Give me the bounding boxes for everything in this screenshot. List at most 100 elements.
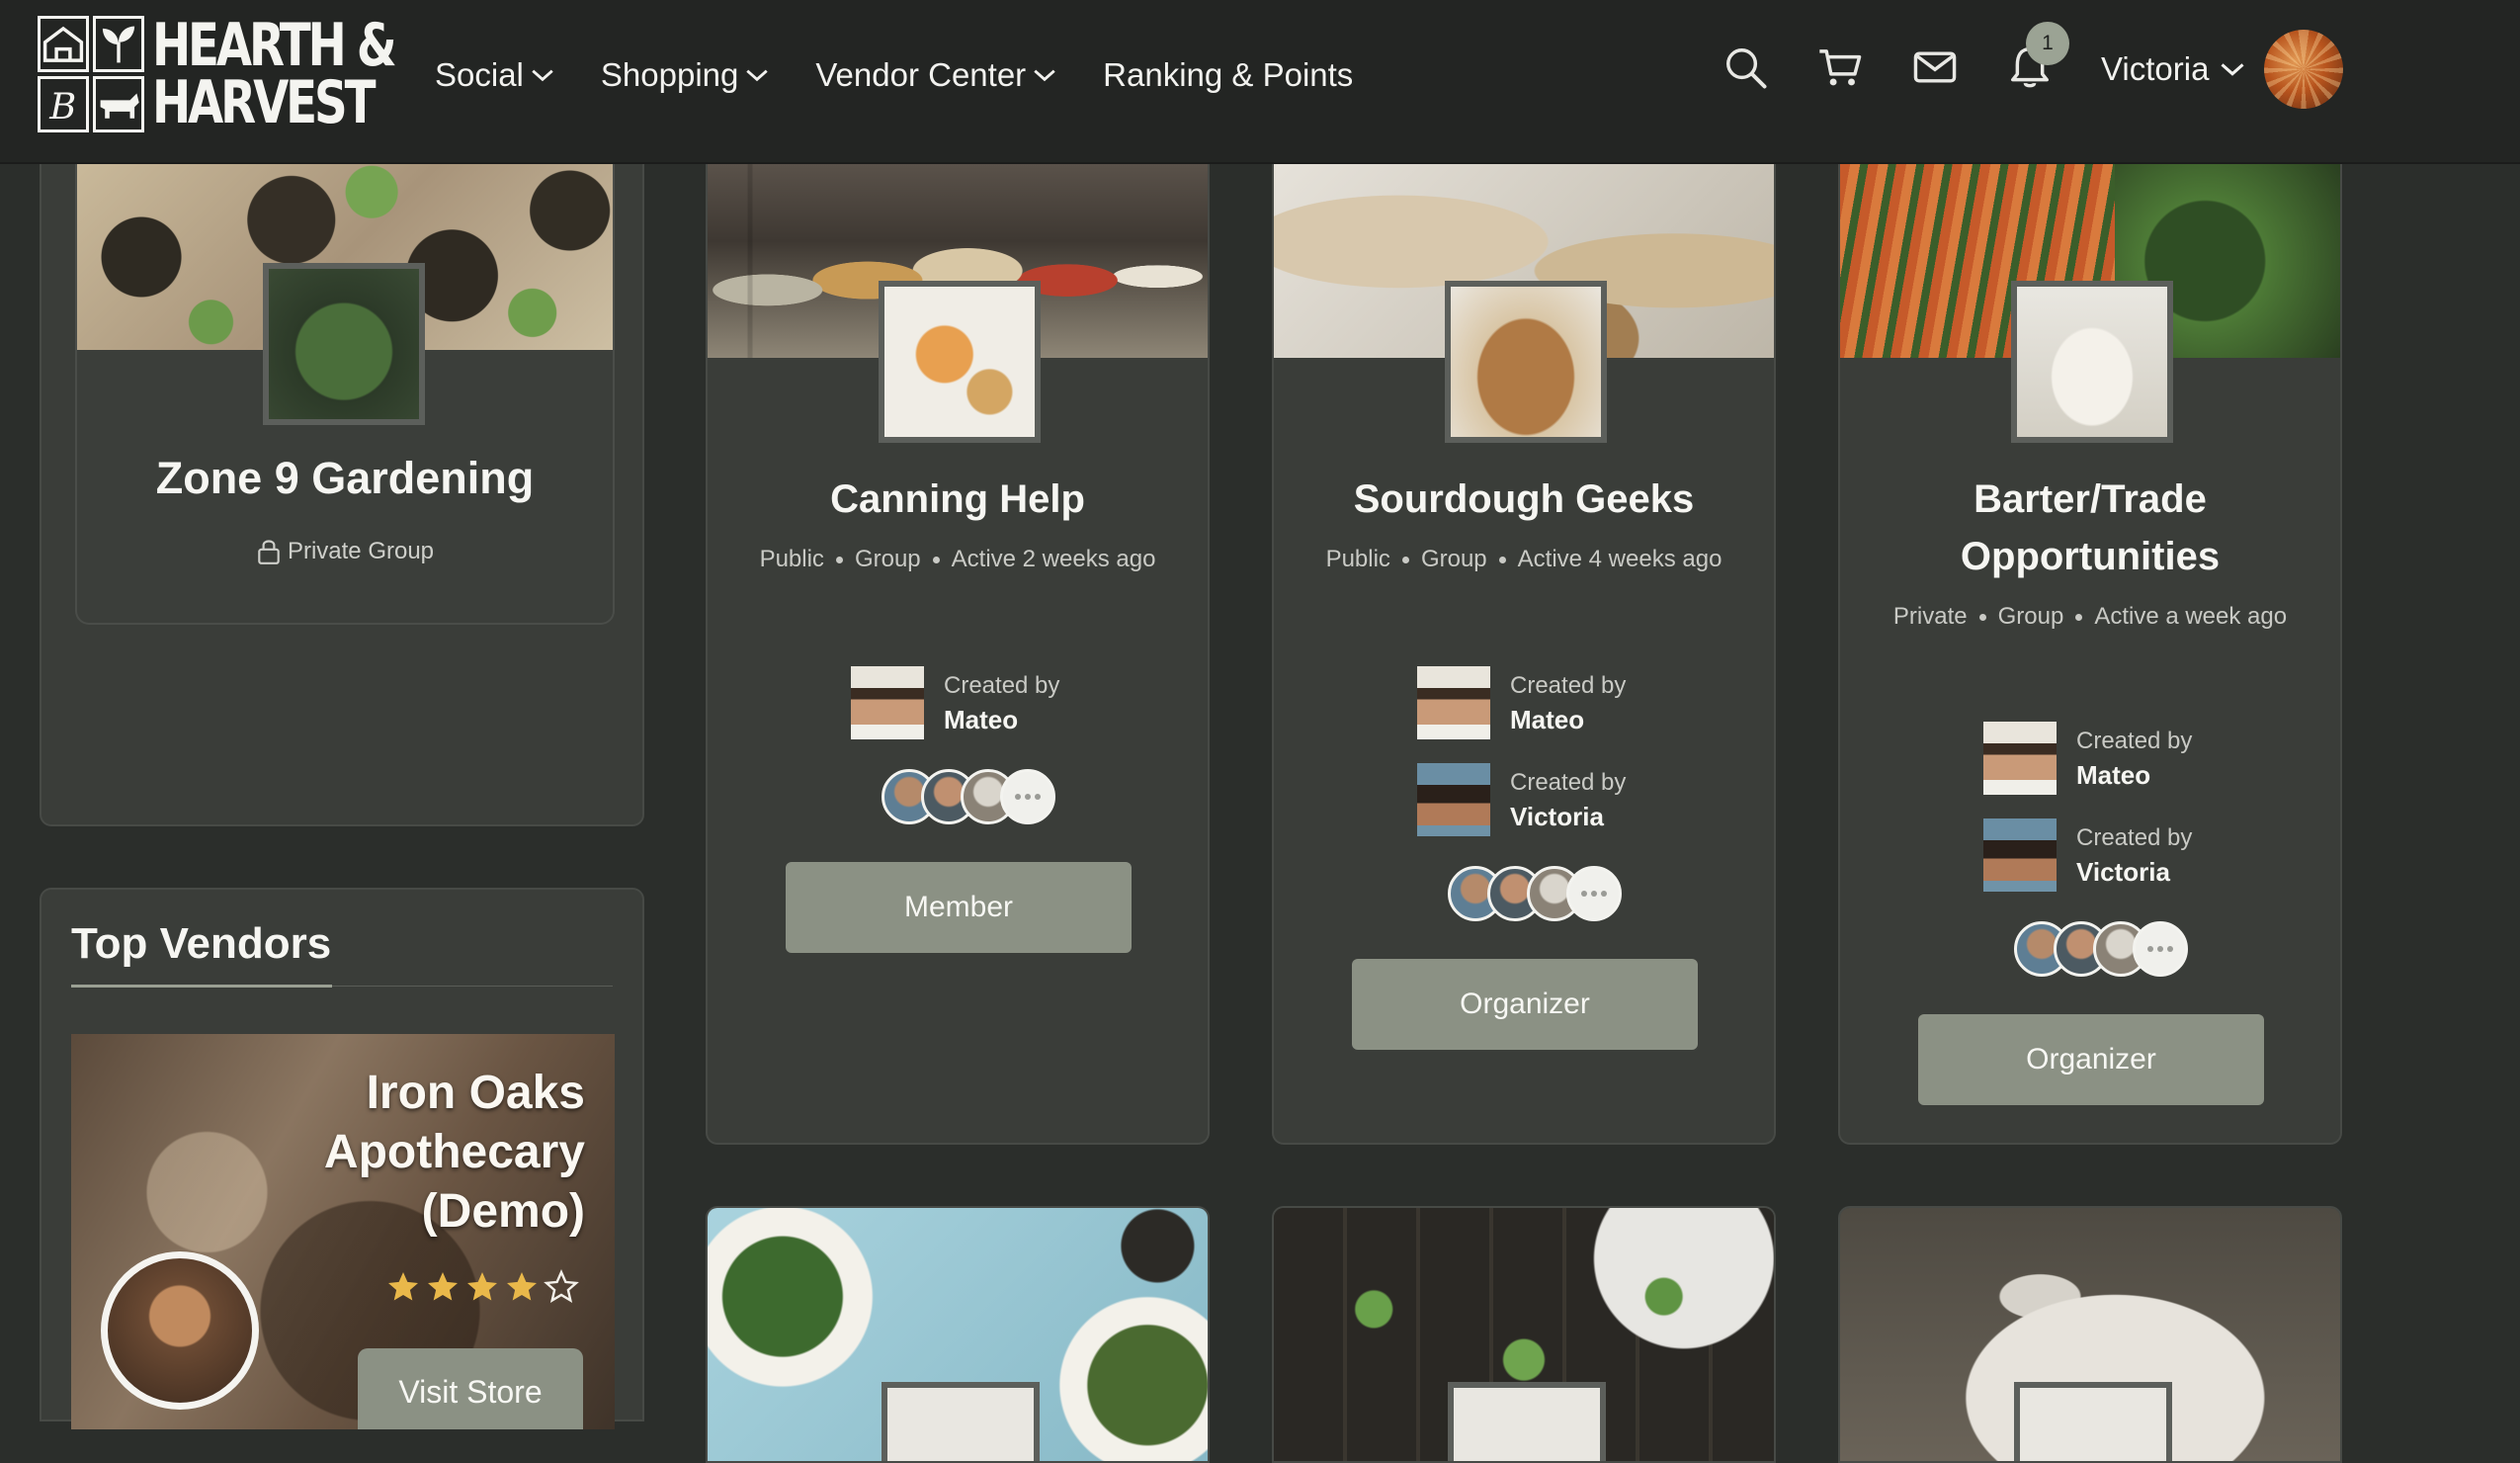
group-creator[interactable]: Created by Mateo bbox=[1983, 722, 2192, 795]
nav-shopping[interactable]: Shopping bbox=[601, 56, 770, 94]
nav-ranking-points[interactable]: Ranking & Points bbox=[1103, 56, 1353, 94]
group-thumbnail bbox=[1445, 281, 1607, 443]
group-privacy: Private Group bbox=[77, 538, 613, 565]
nav-vendor-center[interactable]: Vendor Center bbox=[815, 56, 1057, 94]
logo-mark: B bbox=[38, 16, 144, 132]
organizer-button[interactable]: Organizer bbox=[1918, 1014, 2264, 1105]
header-actions: 1 bbox=[1720, 22, 2099, 93]
group-creator[interactable]: Created by Victoria bbox=[1983, 818, 2192, 892]
logo-wordmark: HEARTH & HARVEST bbox=[152, 11, 397, 137]
top-vendors-heading: Top Vendors bbox=[71, 919, 332, 968]
group-title[interactable]: Barter/Trade Opportunities bbox=[1840, 471, 2340, 585]
member-avatars[interactable] bbox=[1448, 866, 1622, 921]
hearth-harvest-logo[interactable]: B HEARTH & HARVEST bbox=[38, 14, 397, 134]
group-meta: Private Group Active a week ago bbox=[1840, 585, 2340, 648]
notifications-button[interactable]: 1 bbox=[2004, 22, 2069, 93]
group-card-zone-9-gardening[interactable]: Zone 9 Gardening Private Group bbox=[75, 164, 615, 625]
group-creator[interactable]: Created by Mateo bbox=[1417, 666, 1626, 739]
group-meta: Public Group Active 4 weeks ago bbox=[1274, 528, 1774, 591]
group-card-canning-help[interactable]: Canning Help Public Group Active 2 weeks a… bbox=[706, 164, 1210, 1145]
creator-name[interactable]: Victoria bbox=[1510, 800, 1626, 833]
creator-avatar[interactable] bbox=[1983, 818, 2057, 892]
creator-label: Created by bbox=[1510, 769, 1627, 796]
top-vendors-card: Top Vendors Iron Oaks Apothecary (Demo) … bbox=[40, 888, 644, 1429]
group-card[interactable] bbox=[706, 1206, 1210, 1463]
group-title[interactable]: Sourdough Geeks bbox=[1274, 471, 1774, 528]
svg-text:B: B bbox=[48, 84, 76, 127]
logo-line-2: HARVEST bbox=[152, 68, 377, 137]
creator-name[interactable]: Mateo bbox=[944, 703, 1059, 736]
creator-avatar[interactable] bbox=[851, 666, 924, 739]
chevron-down-icon bbox=[1034, 69, 1055, 82]
group-thumbnail bbox=[2011, 281, 2173, 443]
creator-avatar[interactable] bbox=[1417, 763, 1490, 836]
group-card[interactable] bbox=[1272, 1206, 1776, 1463]
creator-avatar[interactable] bbox=[1417, 666, 1490, 739]
cart-icon bbox=[1819, 49, 1862, 86]
vendor-rating bbox=[385, 1269, 579, 1305]
group-visibility: Public bbox=[1325, 546, 1390, 572]
creator-name[interactable]: Victoria bbox=[2076, 855, 2192, 889]
group-thumbnail bbox=[1448, 1382, 1606, 1461]
main-nav: Social Shopping Vendor Center Ranking & … bbox=[435, 45, 1353, 105]
separator-dot bbox=[1401, 557, 1409, 564]
creator-label: Created by bbox=[1510, 672, 1627, 699]
group-type: Group bbox=[1997, 603, 2064, 630]
user-name: Victoria bbox=[2101, 50, 2210, 87]
organizer-button[interactable]: Organizer bbox=[1352, 959, 1698, 1050]
search-button[interactable] bbox=[1720, 42, 1771, 93]
farm-icon bbox=[38, 16, 89, 72]
creator-label: Created by bbox=[944, 672, 1060, 699]
group-activity: Active 2 weeks ago bbox=[951, 546, 1156, 572]
member-avatars[interactable] bbox=[2014, 921, 2188, 977]
user-menu[interactable]: Victoria bbox=[2101, 30, 2344, 109]
vendor-name-line: (Demo) bbox=[421, 1185, 585, 1238]
group-privacy-label: Private Group bbox=[287, 538, 435, 564]
star-filled-icon bbox=[388, 1272, 418, 1301]
mail-icon bbox=[1913, 51, 1957, 83]
notification-badge: 1 bbox=[2026, 22, 2069, 65]
group-creator[interactable]: Created by Victoria bbox=[1417, 763, 1626, 836]
logo-line-1: HEARTH & bbox=[152, 11, 397, 80]
avatar[interactable] bbox=[2264, 30, 2344, 109]
group-creator[interactable]: Created by Mateo bbox=[851, 666, 1059, 739]
separator-dot bbox=[835, 557, 843, 564]
member-button[interactable]: Member bbox=[786, 862, 1132, 953]
group-card[interactable] bbox=[1838, 1206, 2342, 1463]
group-thumbnail bbox=[882, 1382, 1040, 1461]
vendor-name[interactable]: Iron Oaks Apothecary (Demo) bbox=[324, 1064, 585, 1242]
visit-store-button[interactable]: Visit Store bbox=[358, 1348, 583, 1429]
chevron-down-icon bbox=[2221, 63, 2244, 76]
chevron-down-icon bbox=[532, 69, 553, 82]
nav-social[interactable]: Social bbox=[435, 56, 555, 94]
separator-dot bbox=[932, 557, 940, 564]
creator-name[interactable]: Mateo bbox=[1510, 703, 1626, 736]
group-thumbnail bbox=[2014, 1382, 2172, 1461]
group-type: Group bbox=[854, 546, 921, 572]
creator-label: Created by bbox=[2076, 728, 2193, 754]
top-navigation-bar: B HEARTH & HARVEST Social Shopping Vendo… bbox=[0, 0, 2520, 164]
sprout-icon bbox=[93, 16, 144, 72]
nav-ranking-points-label: Ranking & Points bbox=[1103, 56, 1354, 93]
more-members-icon[interactable] bbox=[2133, 921, 2188, 977]
lock-icon bbox=[258, 540, 280, 564]
creator-avatar[interactable] bbox=[1983, 722, 2057, 795]
vendor-card[interactable]: Iron Oaks Apothecary (Demo) Visit Store bbox=[71, 1034, 615, 1429]
group-title[interactable]: Canning Help bbox=[708, 471, 1208, 528]
group-title[interactable]: Zone 9 Gardening bbox=[77, 453, 613, 504]
more-members-icon[interactable] bbox=[1000, 769, 1055, 824]
chevron-down-icon bbox=[746, 69, 769, 82]
star-empty-icon bbox=[544, 1269, 579, 1303]
group-card-sourdough-geeks[interactable]: Sourdough Geeks Public Group Active 4 week… bbox=[1272, 164, 1776, 1145]
vendor-name-line: Apothecary bbox=[323, 1126, 585, 1178]
cart-button[interactable] bbox=[1814, 42, 1866, 93]
member-avatars[interactable] bbox=[882, 769, 1055, 824]
vendor-avatar[interactable] bbox=[101, 1251, 259, 1410]
group-card-barter-trade[interactable]: Barter/Trade Opportunities Private Group A… bbox=[1838, 164, 2342, 1145]
nav-social-label: Social bbox=[435, 56, 524, 93]
creator-name[interactable]: Mateo bbox=[2076, 758, 2192, 792]
messages-button[interactable] bbox=[1909, 42, 1961, 93]
more-members-icon[interactable] bbox=[1566, 866, 1622, 921]
group-visibility: Private bbox=[1892, 603, 1968, 630]
nav-vendor-center-label: Vendor Center bbox=[815, 56, 1027, 93]
